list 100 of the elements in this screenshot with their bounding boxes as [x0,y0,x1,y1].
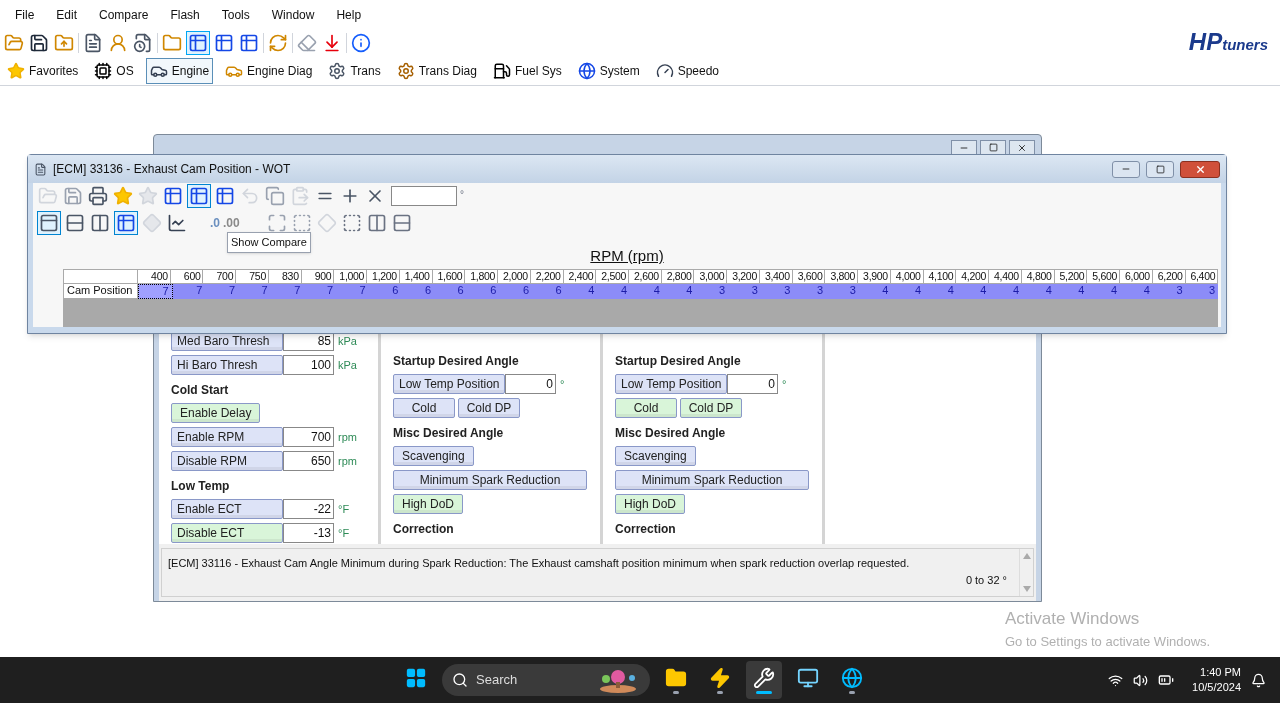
info-icon[interactable] [350,32,372,54]
table-cell[interactable]: 4 [1120,284,1153,299]
parameter-button[interactable]: Scavenging [393,446,474,466]
notification-icon[interactable] [1251,672,1266,688]
table-cell[interactable]: 7 [138,284,173,299]
parameter-button[interactable]: Minimum Spark Reduction [393,470,587,490]
parameter-button[interactable]: Enable Delay [171,403,261,423]
table-cell[interactable]: 6 [466,284,500,299]
table-cell[interactable]: 7 [270,284,304,299]
table-cell[interactable]: 3 [793,284,827,299]
parameter-button[interactable]: High DoD [615,494,686,514]
minimize-button[interactable] [1112,160,1140,178]
table-cell[interactable]: 4 [597,284,631,299]
category-tab[interactable]: Trans Diag [392,57,481,84]
parameter-button[interactable]: Cold [615,398,677,418]
table-cell[interactable]: 3 [728,284,761,299]
table-cell[interactable]: 4 [989,284,1023,299]
table-icon[interactable] [162,185,184,207]
input-field[interactable] [391,186,457,206]
table-cell[interactable]: 6 [499,284,533,299]
table-cell[interactable]: 6 [368,284,402,299]
parameter-button[interactable]: Cold DP [680,398,742,418]
table-cell[interactable]: 7 [238,284,271,299]
table-cell[interactable]: 7 [172,284,206,299]
table-cell[interactable]: 3 [695,284,729,299]
table-cell[interactable]: 3 [1152,284,1186,299]
menu-item[interactable]: Flash [170,6,200,24]
value-field[interactable]: -13 [283,523,334,543]
save-icon[interactable] [28,32,50,54]
table-cell[interactable]: 4 [956,284,990,299]
parameter-button[interactable]: Minimum Spark Reduction [615,470,809,490]
close-button[interactable] [1009,139,1035,156]
eraser-icon[interactable] [296,32,318,54]
table-cell[interactable]: 3 [1185,284,1219,299]
table-cell[interactable]: 4 [891,284,925,299]
table-icon[interactable] [115,212,137,234]
category-tab[interactable]: OS [90,57,138,84]
parameter-button[interactable]: Disable RPM [171,451,283,471]
menu-item[interactable]: File [15,6,35,24]
menu-item[interactable]: Window [271,6,315,24]
table-cell[interactable]: 3 [760,284,794,299]
table-cell[interactable]: 3 [826,284,859,299]
table-cell[interactable]: 6 [434,284,467,299]
table-icon[interactable] [214,185,236,207]
table-cell[interactable]: 7 [205,284,238,299]
category-tab[interactable]: Engine [145,57,214,84]
category-tab[interactable]: Favorites [3,57,83,84]
parameter-button[interactable]: High DoD [393,494,464,514]
parameter-button[interactable]: Low Temp Position [615,374,727,394]
layout-icon[interactable] [38,212,60,234]
maximize-button[interactable] [1146,160,1174,178]
volume-icon[interactable] [1133,672,1149,688]
layout-icon[interactable] [64,212,86,234]
parameter-button[interactable]: Low Temp Position [393,374,505,394]
category-tab[interactable]: Trans [324,57,385,84]
category-tab[interactable]: System [573,57,644,84]
category-tab[interactable]: Speedo [651,57,724,84]
close-button[interactable] [1180,160,1220,178]
maximize-button[interactable] [980,139,1006,156]
table-icon[interactable] [213,32,235,54]
table-cell[interactable]: 4 [564,284,598,299]
menu-item[interactable]: Edit [56,6,78,24]
table-cell[interactable]: 4 [1022,284,1055,299]
printer-icon[interactable] [87,185,109,207]
table-cell[interactable]: 7 [336,284,369,299]
minimize-button[interactable] [951,139,977,156]
value-field[interactable]: 650 [283,451,334,471]
table-cell[interactable]: 6 [401,284,435,299]
parameter-button[interactable]: Enable ECT [171,499,283,519]
table-icon[interactable] [238,32,260,54]
parameter-button[interactable]: Cold DP [458,398,520,418]
category-tab[interactable]: Engine Diag [221,57,317,84]
table-icon[interactable] [188,185,210,207]
parameter-button[interactable]: Scavenging [615,446,696,466]
wifi-icon[interactable] [1108,672,1124,688]
star-icon[interactable] [112,185,134,207]
table-cell[interactable]: 4 [1054,284,1088,299]
table-cell[interactable]: 4 [858,284,892,299]
category-tab[interactable]: Fuel Sys [488,57,566,84]
value-field[interactable]: 100 [283,355,334,375]
table-cell[interactable]: 4 [1087,284,1121,299]
chart-icon[interactable] [166,212,188,234]
document-icon[interactable] [132,32,154,54]
star-icon[interactable] [137,185,159,207]
parameter-button[interactable]: Enable RPM [171,427,283,447]
refresh-icon[interactable] [267,32,289,54]
parameter-button[interactable]: Hi Baro Thresh [171,355,283,375]
table-cell[interactable]: 4 [630,284,663,299]
clock-date[interactable]: 10/5/2024 [1192,680,1241,695]
clock-time[interactable]: 1:40 PM [1200,665,1241,680]
wrench-icon[interactable] [746,661,782,699]
battery-icon[interactable] [1158,672,1175,688]
table-icon[interactable] [187,32,209,54]
table-cell[interactable]: 6 [532,284,565,299]
menu-item[interactable]: Tools [221,6,250,24]
parameter-button[interactable]: Disable ECT [171,523,283,543]
menu-item[interactable]: Help [336,6,362,24]
value-field[interactable]: 0 [727,374,778,394]
table-cell[interactable]: 7 [303,284,337,299]
table-cell[interactable]: 4 [924,284,957,299]
